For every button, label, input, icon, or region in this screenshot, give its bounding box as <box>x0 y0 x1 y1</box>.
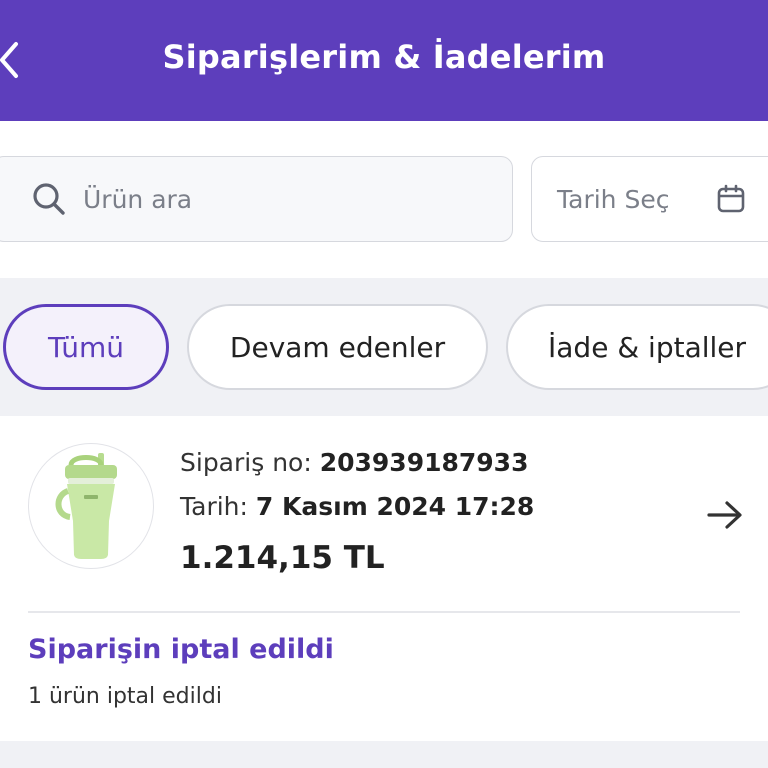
order-number: 203939187933 <box>319 448 529 477</box>
card-divider <box>28 611 740 613</box>
filter-chips-row: Tümü Devam edenler İade & iptaller <box>0 278 768 416</box>
filter-chip-ongoing[interactable]: Devam edenler <box>187 304 488 390</box>
order-info: Sipariş no: 203939187933 Tarih: 7 Kasım … <box>180 446 534 576</box>
date-picker-button[interactable]: Tarih Seç <box>531 156 768 242</box>
product-thumbnail <box>28 443 154 569</box>
search-icon <box>33 183 65 215</box>
filter-chip-all[interactable]: Tümü <box>3 304 169 390</box>
order-number-line: Sipariş no: 203939187933 <box>180 446 534 490</box>
order-status-detail: 1 ürün iptal edildi <box>28 684 222 709</box>
order-number-label: Sipariş no: <box>180 448 312 477</box>
date-picker-label: Tarih Seç <box>557 184 670 214</box>
search-input[interactable] <box>83 184 463 214</box>
search-bar-area: Tarih Seç <box>0 121 768 278</box>
order-price: 1.214,15 TL <box>180 540 385 576</box>
list-bottom-spacer <box>0 741 768 768</box>
calendar-icon <box>717 184 745 213</box>
order-date: 7 Kasım 2024 17:28 <box>255 492 535 521</box>
order-date-label: Tarih: <box>180 492 248 521</box>
order-date-line: Tarih: 7 Kasım 2024 17:28 <box>180 490 534 534</box>
order-card[interactable]: Sipariş no: 203939187933 Tarih: 7 Kasım … <box>0 416 768 741</box>
page-title: Siparişlerim & İadelerim <box>162 38 606 76</box>
order-status-title: Siparişin iptal edildi <box>28 634 334 665</box>
app-header: Siparişlerim & İadelerim <box>0 0 768 121</box>
search-box[interactable] <box>0 156 513 242</box>
tumbler-bottle-icon <box>55 453 117 559</box>
arrow-right-icon[interactable] <box>705 498 745 532</box>
filter-chip-returns-cancellations[interactable]: İade & iptaller <box>506 304 768 390</box>
